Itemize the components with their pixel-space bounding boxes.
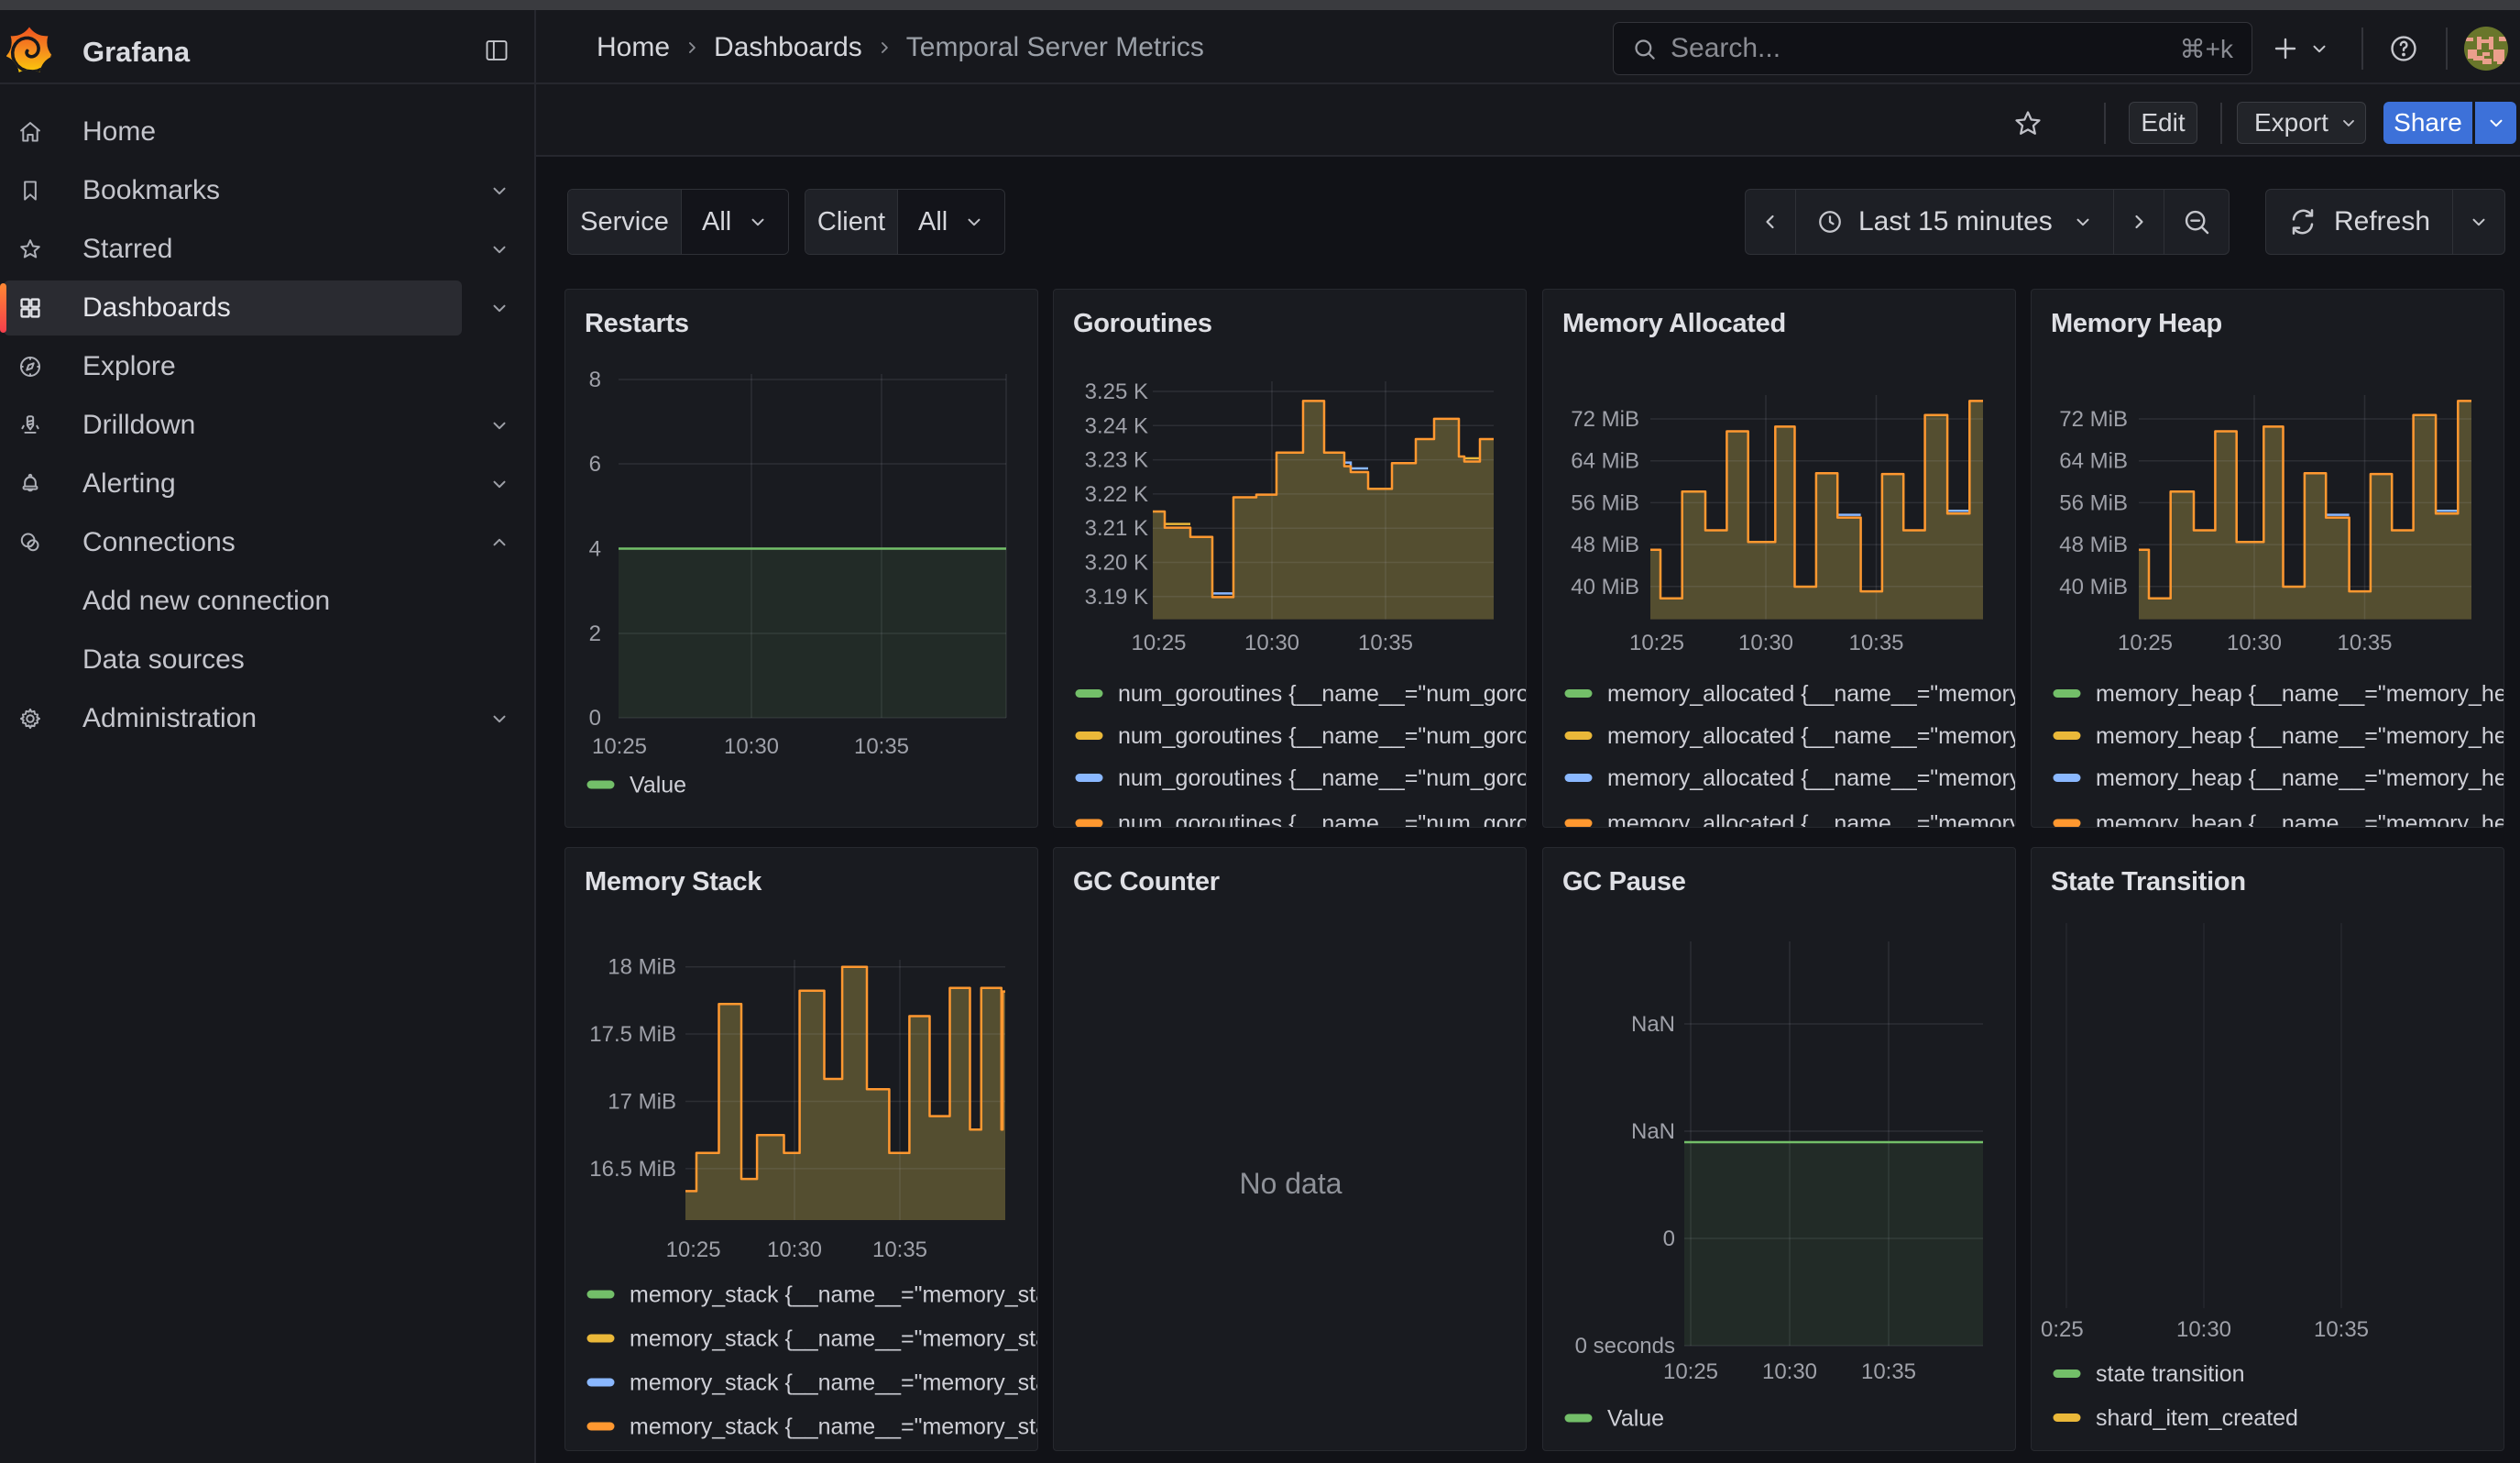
svg-text:memory_heap {__name__="memory_: memory_heap {__name__="memory_heap", ser… — [2096, 811, 2504, 829]
svg-text:10:25: 10:25 — [1131, 631, 1186, 655]
svg-text:10:25: 10:25 — [1629, 631, 1684, 655]
svg-text:10:30: 10:30 — [2227, 631, 2282, 655]
svg-text:state transition: state transition — [2096, 1361, 2245, 1387]
svg-text:17.5 MiB: 17.5 MiB — [589, 1022, 676, 1047]
svg-text:40 MiB: 40 MiB — [2059, 575, 2128, 600]
svg-text:8: 8 — [589, 368, 601, 392]
svg-text:48 MiB: 48 MiB — [1571, 533, 1639, 557]
svg-text:3.19 K: 3.19 K — [1085, 585, 1148, 610]
svg-text:72 MiB: 72 MiB — [1571, 407, 1639, 432]
svg-text:0: 0 — [1663, 1226, 1675, 1251]
svg-text:10:30: 10:30 — [1738, 631, 1793, 655]
svg-text:17 MiB: 17 MiB — [608, 1090, 676, 1115]
svg-text:num_goroutines {__name__="num_: num_goroutines {__name__="num_goroutines… — [1118, 765, 1527, 791]
svg-text:memory_allocated {__name__="me: memory_allocated {__name__="memory_alloc… — [1607, 681, 2016, 707]
svg-text:0:25: 0:25 — [2041, 1317, 2084, 1342]
svg-text:2: 2 — [589, 622, 601, 646]
svg-text:10:35: 10:35 — [872, 1238, 927, 1262]
svg-text:10:25: 10:25 — [666, 1238, 721, 1262]
svg-text:64 MiB: 64 MiB — [1571, 449, 1639, 474]
svg-text:10:35: 10:35 — [2314, 1317, 2369, 1342]
svg-text:3.20 K: 3.20 K — [1085, 551, 1148, 576]
svg-text:3.22 K: 3.22 K — [1085, 482, 1148, 507]
svg-text:18 MiB: 18 MiB — [608, 955, 676, 980]
svg-text:48 MiB: 48 MiB — [2059, 533, 2128, 557]
svg-text:10:35: 10:35 — [2337, 631, 2392, 655]
svg-text:3.24 K: 3.24 K — [1085, 413, 1148, 438]
svg-text:num_goroutines {__name__="num_: num_goroutines {__name__="num_goroutines… — [1118, 723, 1527, 749]
svg-text:10:35: 10:35 — [1358, 631, 1413, 655]
svg-text:3.23 K: 3.23 K — [1085, 448, 1148, 473]
svg-text:memory_stack {__name__="memory: memory_stack {__name__="memory_stack", s… — [630, 1282, 1038, 1308]
svg-text:memory_stack {__name__="memory: memory_stack {__name__="memory_stack", s… — [630, 1326, 1038, 1352]
svg-text:NaN: NaN — [1631, 1012, 1675, 1037]
svg-text:40 MiB: 40 MiB — [1571, 575, 1639, 600]
svg-text:10:30: 10:30 — [767, 1238, 822, 1262]
svg-text:memory_allocated {__name__="me: memory_allocated {__name__="memory_alloc… — [1607, 811, 2016, 829]
svg-text:10:25: 10:25 — [592, 734, 647, 759]
svg-text:Value: Value — [630, 773, 686, 798]
svg-text:num_goroutines {__name__="num_: num_goroutines {__name__="num_goroutines… — [1118, 681, 1527, 707]
svg-text:64 MiB: 64 MiB — [2059, 449, 2128, 474]
svg-text:3.21 K: 3.21 K — [1085, 516, 1148, 541]
svg-text:72 MiB: 72 MiB — [2059, 407, 2128, 432]
svg-text:10:25: 10:25 — [2118, 631, 2173, 655]
svg-text:10:30: 10:30 — [2176, 1317, 2231, 1342]
svg-text:num_goroutines {__name__="num_: num_goroutines {__name__="num_goroutines… — [1118, 811, 1527, 829]
svg-text:3.25 K: 3.25 K — [1085, 380, 1148, 404]
svg-text:memory_heap {__name__="memory_: memory_heap {__name__="memory_heap", ser… — [2096, 723, 2504, 749]
svg-text:10:35: 10:35 — [1848, 631, 1903, 655]
svg-text:NaN: NaN — [1631, 1119, 1675, 1144]
svg-text:0: 0 — [589, 706, 601, 731]
svg-text:10:35: 10:35 — [854, 734, 909, 759]
svg-text:Value: Value — [1607, 1406, 1664, 1432]
svg-text:6: 6 — [589, 452, 601, 477]
svg-text:4: 4 — [589, 537, 601, 562]
svg-text:memory_stack {__name__="memory: memory_stack {__name__="memory_stack", s… — [630, 1414, 1038, 1440]
svg-text:10:30: 10:30 — [724, 734, 779, 759]
svg-text:memory_heap {__name__="memory_: memory_heap {__name__="memory_heap", ser… — [2096, 765, 2504, 791]
svg-text:memory_allocated {__name__="me: memory_allocated {__name__="memory_alloc… — [1607, 723, 2016, 749]
svg-text:16.5 MiB: 16.5 MiB — [589, 1157, 676, 1182]
svg-text:shard_item_created: shard_item_created — [2096, 1405, 2298, 1431]
svg-text:10:30: 10:30 — [1762, 1359, 1817, 1384]
svg-text:10:25: 10:25 — [1663, 1359, 1718, 1384]
svg-text:56 MiB: 56 MiB — [1571, 490, 1639, 515]
svg-text:10:30: 10:30 — [1244, 631, 1299, 655]
svg-text:0 seconds: 0 seconds — [1575, 1334, 1675, 1358]
svg-text:memory_heap {__name__="memory_: memory_heap {__name__="memory_heap", ser… — [2096, 681, 2504, 707]
svg-text:10:35: 10:35 — [1861, 1359, 1916, 1384]
svg-text:memory_allocated {__name__="me: memory_allocated {__name__="memory_alloc… — [1607, 765, 2016, 791]
svg-text:memory_stack {__name__="memory: memory_stack {__name__="memory_stack", s… — [630, 1370, 1038, 1396]
svg-text:56 MiB: 56 MiB — [2059, 490, 2128, 515]
